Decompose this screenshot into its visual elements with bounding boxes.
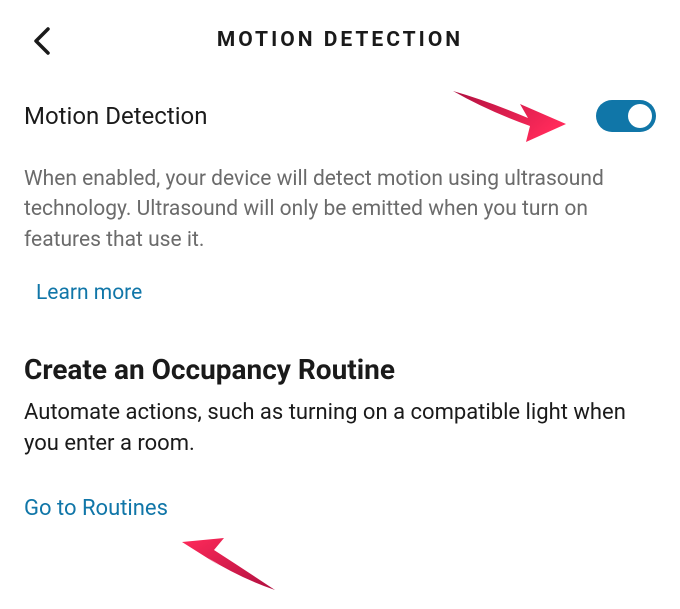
motion-detection-row: Motion Detection	[0, 72, 680, 144]
learn-more-link[interactable]: Learn more	[0, 263, 680, 313]
motion-detection-description: When enabled, your device will detect mo…	[0, 144, 680, 263]
occupancy-heading: Create an Occupancy Routine	[0, 313, 680, 392]
header-bar: MOTION DETECTION	[0, 0, 680, 72]
back-button[interactable]	[32, 26, 52, 60]
go-to-routines-link[interactable]: Go to Routines	[0, 468, 680, 529]
chevron-left-icon	[32, 26, 52, 56]
motion-detection-toggle[interactable]	[596, 100, 656, 132]
page-title: MOTION DETECTION	[24, 28, 656, 52]
motion-detection-label: Motion Detection	[24, 102, 207, 130]
annotation-arrow-icon	[180, 530, 280, 595]
occupancy-description: Automate actions, such as turning on a c…	[0, 392, 680, 468]
toggle-knob	[628, 104, 652, 128]
